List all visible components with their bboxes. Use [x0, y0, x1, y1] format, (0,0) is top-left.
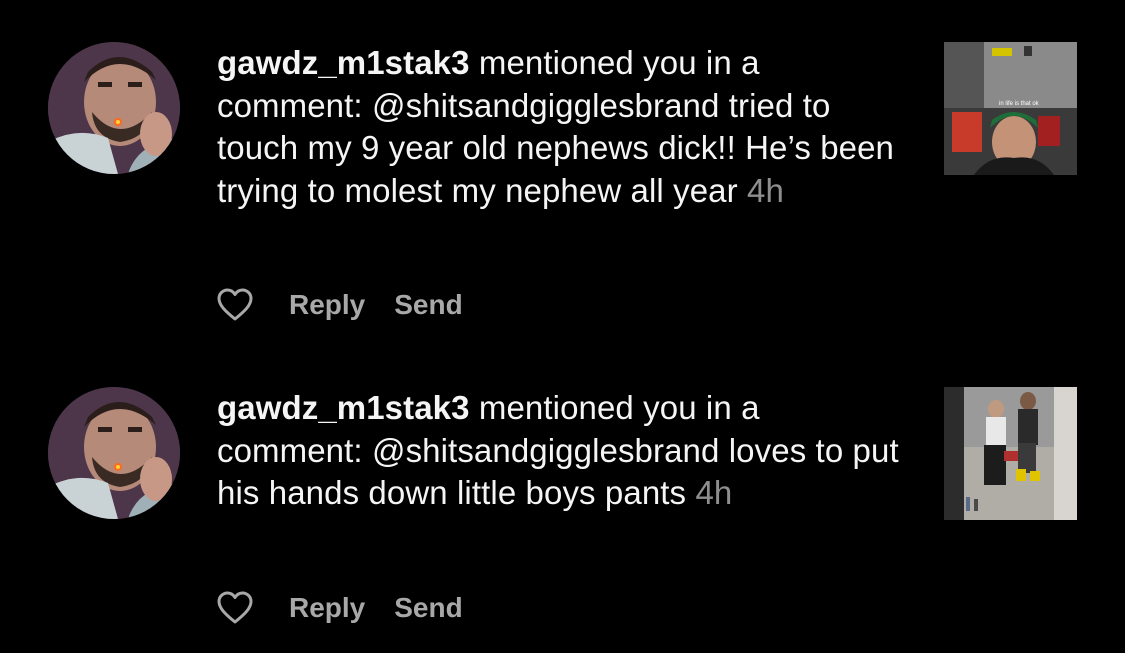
timestamp: 4h [747, 171, 784, 209]
reply-button[interactable]: Reply [289, 289, 365, 321]
thumbnail-caption: in life is that ok [999, 101, 1039, 107]
mention-link[interactable]: @shitsandgigglesbrand [372, 87, 720, 124]
mention-link[interactable]: @shitsandgigglesbrand [372, 432, 720, 469]
timestamp: 4h [695, 474, 733, 511]
notification-actions: Reply Send [217, 588, 463, 628]
send-button[interactable]: Send [394, 289, 462, 321]
username-link[interactable]: gawdz_m1stak3 [217, 44, 470, 81]
post-thumbnail[interactable] [944, 387, 1077, 520]
username-link[interactable]: gawdz_m1stak3 [217, 389, 470, 426]
notification-text: gawdz_m1stak3 mentioned you in a comment… [217, 42, 907, 212]
notification-actions: Reply Send [217, 285, 463, 325]
notification-text: gawdz_m1stak3 mentioned you in a comment… [217, 387, 907, 515]
heart-icon[interactable] [217, 288, 253, 322]
post-thumbnail[interactable]: in life is that ok [944, 42, 1077, 175]
reply-button[interactable]: Reply [289, 592, 365, 624]
notification-item[interactable]: gawdz_m1stak3 mentioned you in a comment… [0, 0, 1125, 321]
user-avatar[interactable] [48, 42, 180, 174]
heart-icon[interactable] [217, 591, 253, 625]
user-avatar[interactable] [48, 387, 180, 519]
send-button[interactable]: Send [394, 592, 462, 624]
notification-item[interactable]: gawdz_m1stak3 mentioned you in a comment… [0, 345, 1125, 645]
